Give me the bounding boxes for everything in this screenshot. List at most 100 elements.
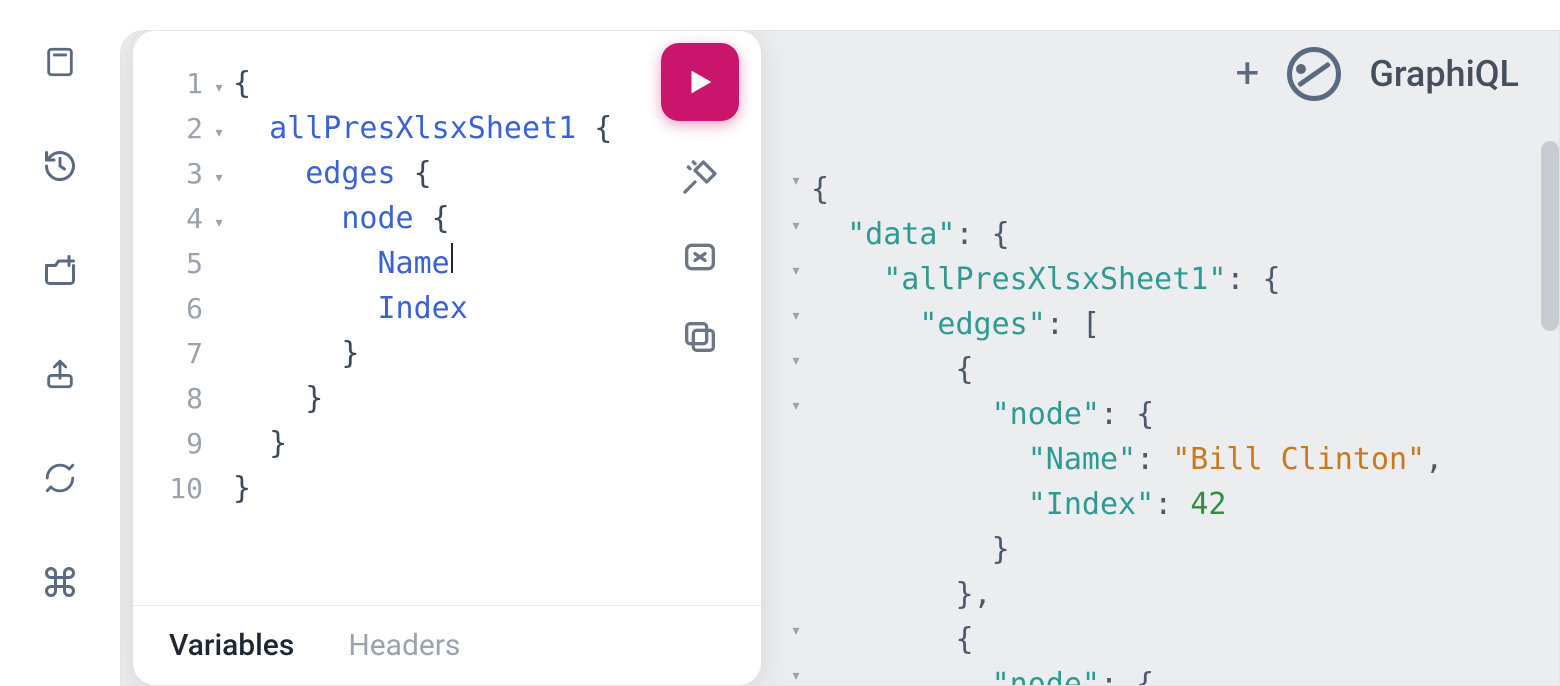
code-line[interactable]: 4▾ node {	[163, 196, 731, 241]
result-token: "edges"	[919, 302, 1045, 347]
result-token: :	[1100, 662, 1136, 685]
fold-toggle[interactable]: ▾	[781, 302, 811, 347]
code-token: Index	[378, 286, 468, 331]
code-token: {	[396, 151, 432, 196]
result-token: },	[956, 572, 992, 617]
prettify-icon[interactable]	[676, 153, 724, 201]
code-token: {	[576, 106, 612, 151]
fold-toggle[interactable]: ▾	[205, 74, 233, 101]
fold-toggle[interactable]: ▾	[781, 617, 811, 662]
result-token: 42	[1190, 482, 1226, 527]
code-token: edges	[305, 151, 395, 196]
gatsby-logo-icon	[1287, 47, 1341, 101]
line-number: 3	[163, 153, 205, 195]
fold-toggle[interactable]: ▾	[205, 209, 233, 236]
result-line: ▾ "node": {	[781, 392, 1523, 437]
top-bar: + GraphiQL	[1235, 47, 1519, 101]
fold-toggle[interactable]: ▾	[205, 164, 233, 191]
code-token: }	[341, 331, 359, 376]
line-number: 10	[163, 468, 205, 510]
result-token: :	[1226, 257, 1262, 302]
fold-toggle[interactable]: ▾	[781, 347, 811, 392]
code-token: node	[341, 196, 413, 241]
scrollbar-thumb[interactable]	[1541, 141, 1559, 331]
line-number: 8	[163, 378, 205, 420]
result-token: {	[1136, 392, 1154, 437]
results-panel[interactable]: ▾{▾ "data": {▾ "allPresXlsxSheet1": {▾ "…	[771, 31, 1543, 685]
fold-toggle	[781, 482, 811, 527]
line-number: 7	[163, 333, 205, 375]
result-line: ▾{	[781, 167, 1523, 212]
result-line: ▾ "node": {	[781, 662, 1523, 685]
refresh-icon[interactable]	[38, 456, 82, 500]
tab-headers[interactable]: Headers	[348, 628, 460, 663]
result-token: "Bill Clinton"	[1172, 437, 1425, 482]
sidebar	[0, 0, 120, 686]
fold-toggle[interactable]: ▾	[781, 167, 811, 212]
code-line[interactable]: 8 }	[163, 376, 731, 421]
line-number: 2	[163, 108, 205, 150]
code-token: {	[414, 196, 450, 241]
code-token: {	[233, 61, 251, 106]
fold-toggle	[781, 572, 811, 617]
main-panel: + GraphiQL 1▾{2▾ allPresXlsxSheet1 {3▾ e…	[120, 30, 1560, 686]
result-line: },	[781, 572, 1523, 617]
fold-toggle[interactable]: ▾	[205, 119, 233, 146]
result-token: {	[992, 212, 1010, 257]
result-line: "Name": "Bill Clinton",	[781, 437, 1523, 482]
result-token: {	[811, 167, 829, 212]
code-line[interactable]: 6 Index	[163, 286, 731, 331]
result-line: ▾ {	[781, 617, 1523, 662]
fold-toggle[interactable]: ▾	[781, 257, 811, 302]
result-line: ▾ {	[781, 347, 1523, 392]
shortcuts-icon[interactable]	[38, 560, 82, 604]
line-number: 1	[163, 63, 205, 105]
line-number: 4	[163, 198, 205, 240]
result-token: "Name"	[1028, 437, 1136, 482]
line-number: 6	[163, 288, 205, 330]
code-line[interactable]: 5 Name	[163, 241, 731, 286]
docs-icon[interactable]	[38, 40, 82, 84]
code-line[interactable]: 9 }	[163, 421, 731, 466]
fold-toggle	[781, 527, 811, 572]
code-line[interactable]: 10}	[163, 466, 731, 511]
code-line[interactable]: 2▾ allPresXlsxSheet1 {	[163, 106, 731, 151]
result-token: :	[1046, 302, 1082, 347]
result-token: :	[1136, 437, 1172, 482]
code-token: Name	[378, 241, 450, 286]
brand-label: GraphiQL	[1369, 53, 1519, 95]
history-icon[interactable]	[38, 144, 82, 188]
code-line[interactable]: 3▾ edges {	[163, 151, 731, 196]
fold-toggle[interactable]: ▾	[781, 212, 811, 257]
result-token: ,	[1425, 437, 1443, 482]
code-token: allPresXlsxSheet1	[269, 106, 576, 151]
result-token: "Index"	[1028, 482, 1154, 527]
tab-variables[interactable]: Variables	[169, 628, 294, 663]
copy-icon[interactable]	[676, 313, 724, 361]
merge-icon[interactable]	[676, 233, 724, 281]
share-icon[interactable]	[38, 352, 82, 396]
bottom-tabs: Variables Headers	[133, 605, 761, 685]
code-token: }	[269, 421, 287, 466]
result-token: "node"	[992, 662, 1100, 685]
line-number: 5	[163, 243, 205, 285]
result-token: :	[1154, 482, 1190, 527]
result-token: }	[992, 527, 1010, 572]
add-tab-button[interactable]: +	[1235, 53, 1259, 95]
line-number: 9	[163, 423, 205, 465]
result-token: "node"	[992, 392, 1100, 437]
fold-toggle[interactable]: ▾	[781, 662, 811, 685]
result-token: :	[1100, 392, 1136, 437]
code-line[interactable]: 1▾{	[163, 61, 731, 106]
result-token: [	[1082, 302, 1100, 347]
code-line[interactable]: 7 }	[163, 331, 731, 376]
result-line: }	[781, 527, 1523, 572]
result-line: "Index": 42	[781, 482, 1523, 527]
result-token: {	[956, 347, 974, 392]
new-tab-icon[interactable]	[38, 248, 82, 292]
fold-toggle[interactable]: ▾	[781, 392, 811, 437]
result-line: ▾ "allPresXlsxSheet1": {	[781, 257, 1523, 302]
execute-button[interactable]	[661, 43, 739, 121]
result-token: {	[1263, 257, 1281, 302]
result-token: :	[956, 212, 992, 257]
